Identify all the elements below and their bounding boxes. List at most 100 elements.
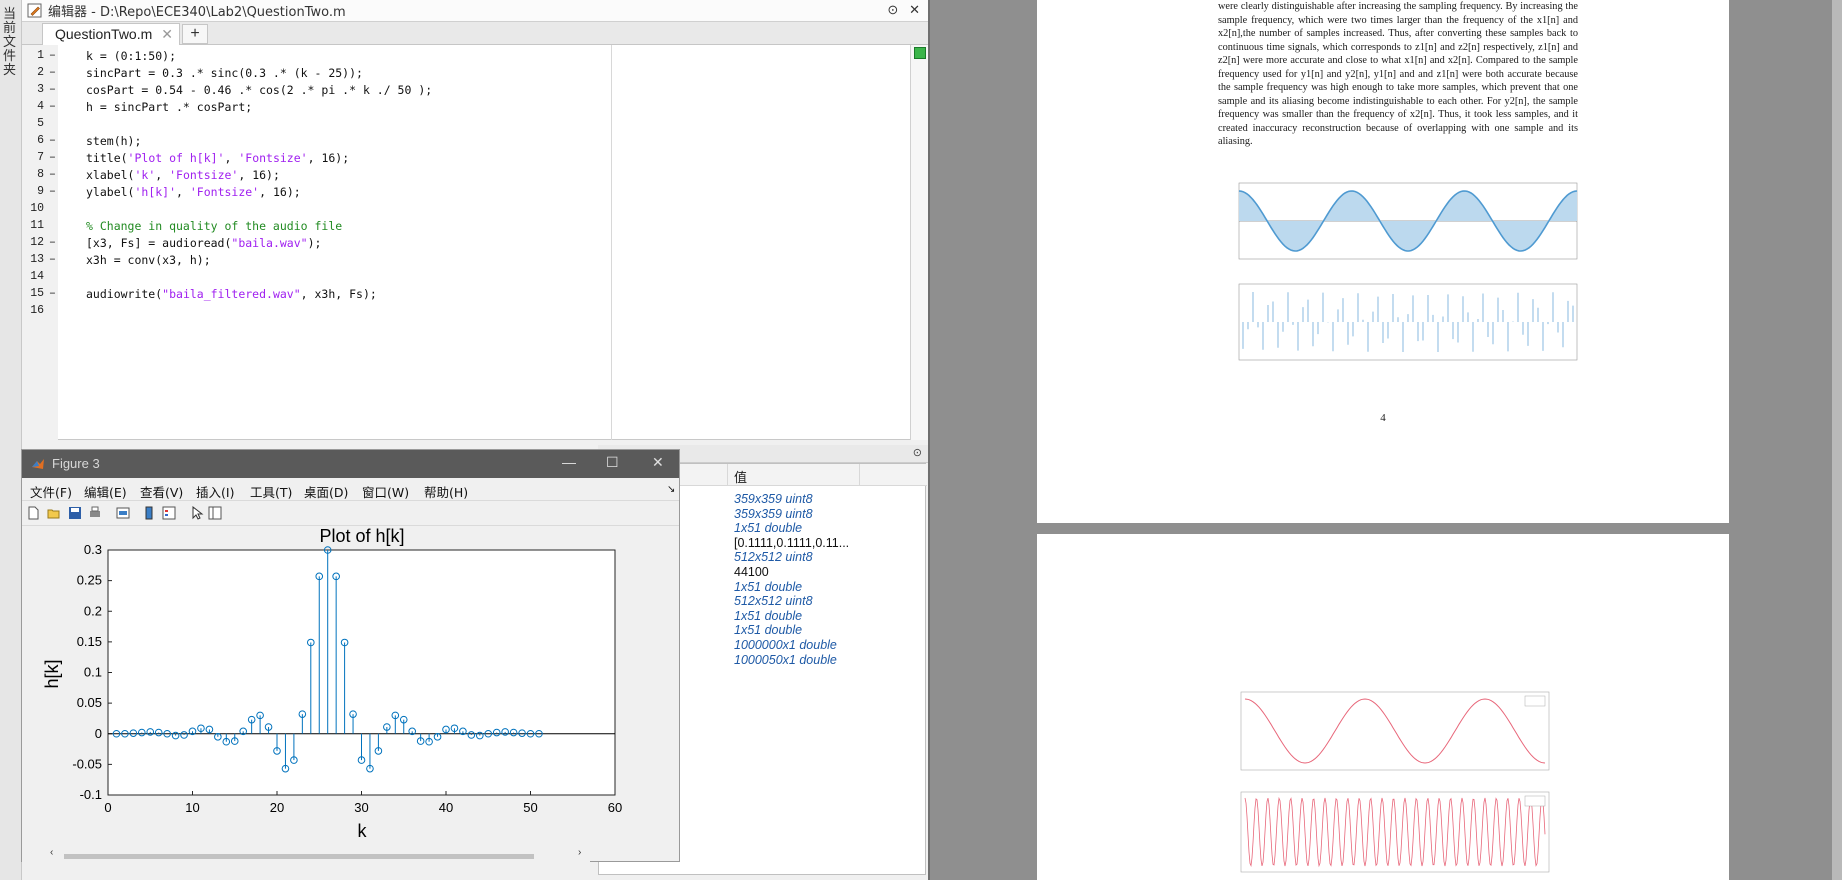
breakpoint-marker[interactable]: – bbox=[49, 253, 56, 266]
current-folder-side-tab[interactable]: 当前文件夹 bbox=[0, 0, 22, 880]
code-line[interactable]: h = sincPart .* cosPart; bbox=[86, 100, 252, 114]
code-token: title( bbox=[86, 151, 128, 165]
menu-help[interactable]: 帮助(H) bbox=[424, 482, 468, 501]
breakpoint-marker[interactable]: – bbox=[49, 100, 56, 113]
maximize-button[interactable]: ☐ bbox=[606, 454, 619, 471]
code-line[interactable]: k = (0:1:50); bbox=[86, 49, 176, 63]
workspace-value[interactable]: [0.1111,0.1111,0.11... bbox=[734, 536, 849, 550]
stem-plot[interactable]: Plot of h[k] k h[k] 0 10 20 30 40 50 60 -0.1-0… bbox=[22, 527, 679, 849]
code-string: 'Fontsize' bbox=[189, 185, 260, 199]
link-icon[interactable] bbox=[116, 506, 130, 520]
menu-file[interactable]: 文件(F) bbox=[30, 482, 72, 501]
reconstructed-signal-figures bbox=[1240, 691, 1550, 873]
menu-window[interactable]: 窗口(W) bbox=[362, 482, 409, 501]
code-line[interactable]: title('Plot of h[k]', 'Fontsize', 16); bbox=[86, 151, 349, 165]
workspace-menu-icon[interactable]: ⊙ bbox=[913, 446, 922, 459]
line-number: 7 bbox=[37, 151, 44, 164]
legend-icon[interactable] bbox=[162, 506, 176, 520]
breakpoint-marker[interactable]: – bbox=[49, 236, 56, 249]
menu-tools[interactable]: 工具(T) bbox=[250, 482, 292, 501]
colorbar-icon[interactable] bbox=[142, 506, 156, 520]
breakpoint-marker[interactable]: – bbox=[49, 134, 56, 147]
code-line[interactable]: cosPart = 0.54 - 0.46 .* cos(2 .* pi .* … bbox=[86, 83, 432, 97]
workspace-value[interactable]: 1x51 double bbox=[734, 609, 802, 623]
workspace-value[interactable]: 1x51 double bbox=[734, 623, 802, 637]
pointer-icon[interactable] bbox=[190, 506, 204, 520]
code-token: , 16); bbox=[259, 185, 301, 199]
line-number: 4 bbox=[37, 100, 44, 113]
workspace-value[interactable]: 512x512 uint8 bbox=[734, 550, 813, 564]
code-line[interactable]: ylabel('h[k]', 'Fontsize', 16); bbox=[86, 185, 301, 199]
property-editor-icon[interactable] bbox=[208, 506, 222, 520]
workspace-value[interactable]: 1000000x1 double bbox=[734, 638, 837, 652]
workspace-value[interactable]: 44100 bbox=[734, 565, 769, 579]
column-divider[interactable] bbox=[859, 464, 860, 486]
close-button[interactable]: ✕ bbox=[652, 454, 664, 471]
pdf-viewer[interactable]: were clearly distinguishable after incre… bbox=[928, 0, 1842, 880]
tab-label: QuestionTwo.m bbox=[55, 26, 153, 42]
code-line[interactable]: audiowrite("baila_filtered.wav", x3h, Fs… bbox=[86, 287, 377, 301]
editor-scrollbar[interactable] bbox=[910, 45, 928, 440]
menu-insert[interactable]: 插入(I) bbox=[196, 482, 234, 501]
open-icon[interactable] bbox=[47, 506, 61, 520]
code-token: ); bbox=[307, 236, 322, 250]
code-string: "baila.wav" bbox=[231, 236, 308, 250]
close-icon[interactable]: ✕ bbox=[909, 2, 920, 17]
print-icon[interactable] bbox=[88, 506, 102, 520]
breakpoint-marker[interactable]: – bbox=[49, 185, 56, 198]
menu-edit[interactable]: 编辑(E) bbox=[84, 482, 127, 501]
code-line[interactable]: stem(h); bbox=[86, 134, 141, 148]
save-icon[interactable] bbox=[68, 506, 82, 520]
workspace-value[interactable]: 359x359 uint8 bbox=[734, 507, 813, 521]
figure-title-bar[interactable]: Figure 3 — ☐ ✕ bbox=[22, 450, 679, 478]
code-token: , bbox=[176, 185, 190, 199]
scroll-thumb[interactable] bbox=[64, 854, 534, 859]
right-margin-line bbox=[611, 45, 612, 440]
x-axis-label: k bbox=[358, 821, 368, 841]
code-line[interactable]: [x3, Fs] = audioread("baila.wav"); bbox=[86, 236, 321, 250]
breakpoint-marker[interactable]: – bbox=[49, 287, 56, 300]
tab-close-icon[interactable]: ✕ bbox=[161, 26, 173, 43]
breakpoint-marker[interactable]: – bbox=[49, 49, 56, 62]
code-line[interactable]: xlabel('k', 'Fontsize', 16); bbox=[86, 168, 280, 182]
breakpoint-marker[interactable]: – bbox=[49, 83, 56, 96]
value-column-header[interactable]: 值 bbox=[734, 467, 747, 486]
code-line[interactable]: sincPart = 0.3 .* sinc(0.3 .* (k - 25)); bbox=[86, 66, 363, 80]
menu-view[interactable]: 查看(V) bbox=[140, 482, 183, 501]
code-string: 'Plot of h[k]' bbox=[127, 151, 225, 165]
figure-title: Figure 3 bbox=[52, 456, 100, 471]
breakpoint-marker[interactable]: – bbox=[49, 151, 56, 164]
new-figure-icon[interactable] bbox=[26, 506, 40, 520]
dock-arrow-icon[interactable]: ↘ bbox=[667, 484, 675, 495]
figure-hscrollbar[interactable]: ‹ › bbox=[22, 847, 590, 862]
dock-menu-icon[interactable]: ⊙ bbox=[887, 2, 898, 17]
code-token: audiowrite( bbox=[86, 287, 163, 301]
scroll-left-icon[interactable]: ‹ bbox=[50, 847, 53, 858]
add-tab-button[interactable]: + bbox=[182, 24, 208, 44]
line-number: 12 bbox=[30, 236, 44, 249]
y-tick-label: 0.3 bbox=[84, 542, 102, 557]
workspace-value[interactable]: 512x512 uint8 bbox=[734, 594, 813, 608]
workspace-value[interactable]: 359x359 uint8 bbox=[734, 492, 813, 506]
code-editor[interactable]: 1–2–3–4–5 6–7–8–9–10 11 12–13–14 15–16 k = (… bbox=[22, 45, 910, 440]
breakpoint-marker[interactable]: – bbox=[49, 66, 56, 79]
minimize-button[interactable]: — bbox=[562, 454, 576, 470]
y-tick-label: 0 bbox=[95, 726, 102, 741]
code-line[interactable]: % Change in quality of the audio file bbox=[86, 219, 342, 233]
viewer-scrollbar[interactable] bbox=[1832, 0, 1842, 880]
menu-desktop[interactable]: 桌面(D) bbox=[304, 482, 348, 501]
tab-questiontwo[interactable]: QuestionTwo.m ✕ bbox=[42, 23, 180, 45]
y-tick-label: -0.05 bbox=[72, 756, 102, 771]
column-divider[interactable] bbox=[727, 464, 728, 486]
workspace-value[interactable]: 1x51 double bbox=[734, 521, 802, 535]
workspace-value[interactable]: 1000050x1 double bbox=[734, 653, 837, 667]
workspace-value[interactable]: 1x51 double bbox=[734, 580, 802, 594]
breakpoint-marker[interactable]: – bbox=[49, 168, 56, 181]
y-tick-label: 0.05 bbox=[77, 695, 102, 710]
report-paragraph: were clearly distinguishable after incre… bbox=[1218, 1, 1578, 147]
scroll-right-icon[interactable]: › bbox=[578, 847, 581, 858]
code-string: 'Fontsize' bbox=[238, 151, 308, 165]
code-token: [x3, Fs] = audioread( bbox=[86, 236, 232, 250]
code-line[interactable]: x3h = conv(x3, h); bbox=[86, 253, 211, 267]
editor-tab-bar: QuestionTwo.m ✕ + bbox=[22, 22, 928, 45]
